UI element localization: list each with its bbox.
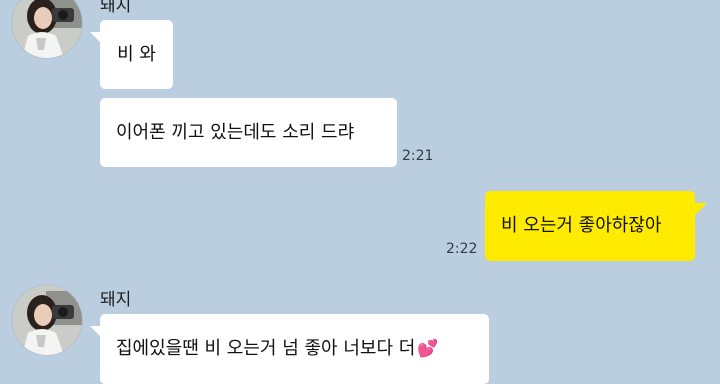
message-bubble[interactable]: 비 와 — [100, 20, 173, 89]
avatar-photo — [12, 285, 82, 355]
avatar[interactable] — [12, 0, 82, 58]
message-time: 2:22 — [446, 241, 478, 257]
message-text: 이어폰 끼고 있는데도 소리 드랴 — [116, 121, 355, 143]
sender-name: 돼지 — [100, 0, 132, 16]
message-text: 비 와 — [117, 43, 156, 65]
message-text: 집에있을땐 비 오는거 넘 좋아 너보다 더 — [116, 338, 416, 359]
avatar[interactable] — [12, 285, 82, 355]
avatar-photo — [12, 0, 82, 58]
message-time: 2:21 — [402, 148, 434, 164]
message-bubble[interactable]: 집에있을땐 비 오는거 넘 좋아 너보다 더 💕 — [100, 314, 489, 384]
two-hearts-icon: 💕 — [417, 339, 439, 359]
sender-name: 돼지 — [100, 290, 132, 310]
message-text: 비 오는거 좋아하잖아 — [501, 215, 662, 236]
bubble-tail-outgoing — [695, 203, 707, 215]
message-bubble[interactable]: 이어폰 끼고 있는데도 소리 드랴 — [100, 98, 397, 167]
message-bubble-outgoing[interactable]: 비 오는거 좋아하잖아 — [485, 191, 695, 261]
